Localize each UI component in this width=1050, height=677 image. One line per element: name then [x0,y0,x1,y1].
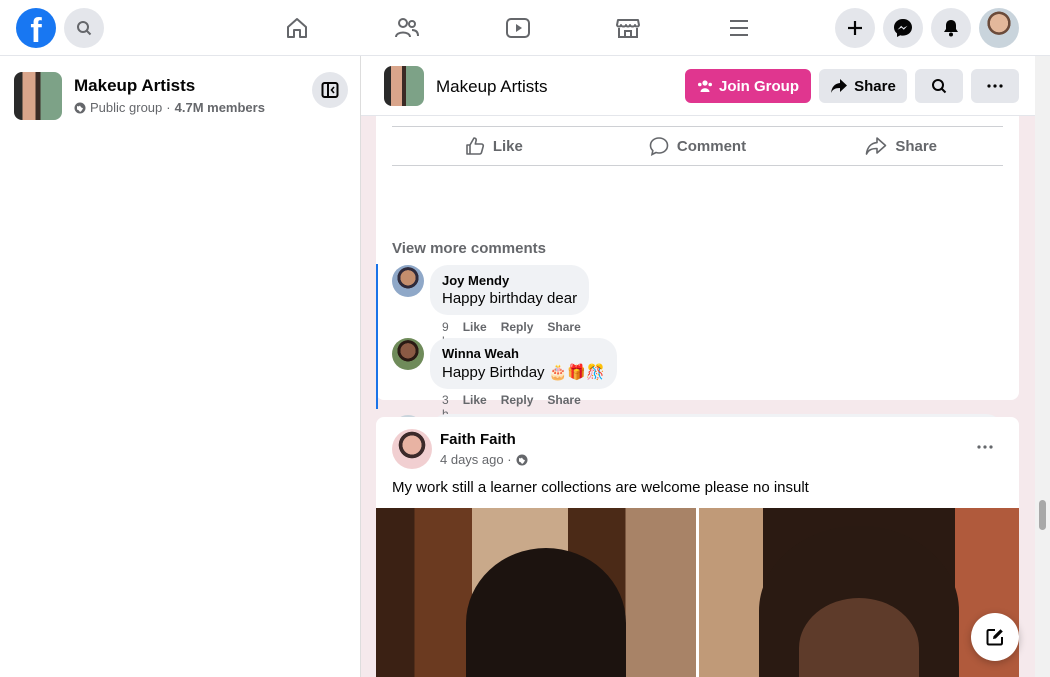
comment-bubble: Winna Weah Happy Birthday 🎂🎁🎊 [430,338,617,389]
group-privacy: Public group [90,100,163,115]
page-scrollbar[interactable] [1035,56,1050,677]
post-card: Faith Faith 4 days ago · My work still a… [376,417,1019,677]
home-nav-button[interactable] [281,12,313,44]
commenter-name[interactable]: Joy Mendy [442,273,577,288]
photo-subject [466,548,626,677]
thread-indicator [376,264,378,409]
marketplace-icon [616,19,640,38]
watch-nav-button[interactable] [502,12,534,44]
main-feed: Makeup Artists Join Group Share Like Com… [361,56,1035,677]
post-action-bar: Like Comment Share [392,126,1003,166]
post-meta: 4 days ago · [440,452,528,467]
plus-icon [848,21,862,35]
comment-bubble: Joy Mendy Happy birthday dear [430,265,590,315]
globe-icon [74,102,86,113]
profile-avatar[interactable] [979,8,1019,48]
thumbs-up-icon [466,137,484,155]
comment-button[interactable]: Comment [596,127,800,165]
commenter-avatar[interactable] [392,265,424,297]
group-thumbnail[interactable] [14,72,62,120]
more-dots-icon [977,445,993,449]
post-photo[interactable] [699,508,1019,677]
commenter-name[interactable]: Winna Weah [442,346,605,361]
messenger-icon [894,19,912,37]
watch-icon [506,18,530,38]
post-author[interactable]: Faith Faith [440,431,516,448]
search-button[interactable] [64,8,104,48]
member-count[interactable]: 4.7M members [175,100,265,115]
group-meta: Public group · 4.7M members [74,100,265,115]
comment-text: Happy Birthday 🎂🎁🎊 [442,364,605,381]
post-time[interactable]: 4 days ago · [440,452,512,467]
commenter-avatar[interactable] [392,338,424,370]
new-message-button[interactable] [971,613,1019,661]
scrollbar-thumb[interactable] [1039,500,1046,530]
home-icon [287,18,307,38]
search-icon [932,79,947,94]
collapse-sidebar-button[interactable] [312,72,348,108]
top-navigation-bar: f [0,0,1050,56]
marketplace-nav-button[interactable] [612,12,644,44]
more-dots-icon [987,84,1003,88]
meta-separator: · [166,100,171,115]
share-icon [866,137,887,155]
group-icon [698,80,712,92]
compose-icon [986,629,1003,646]
sidebar-toggle-icon [321,82,339,98]
group-header-title[interactable]: Makeup Artists [436,77,548,97]
comment-text: Happy birthday dear [442,290,578,307]
author-avatar[interactable] [392,429,432,469]
friends-nav-button[interactable] [391,12,423,44]
post-card: Like Comment Share View more comments Jo… [376,116,1019,448]
post-photo[interactable] [376,508,696,677]
sticky-group-header: Makeup Artists Join Group Share [361,56,1035,116]
like-button[interactable]: Like [392,127,596,165]
group-more-button[interactable] [971,69,1019,103]
join-group-button[interactable]: Join Group [685,69,811,103]
menu-icon [730,20,748,36]
share-group-button[interactable]: Share [819,69,907,103]
bell-icon [944,20,958,37]
menu-nav-button[interactable] [723,12,755,44]
search-icon [77,21,92,36]
group-header-thumbnail[interactable] [384,66,424,106]
share-arrow-icon [831,79,848,93]
group-title[interactable]: Makeup Artists [74,76,195,96]
create-button[interactable] [835,8,875,48]
post-text: My work still a learner collections are … [392,479,809,496]
group-sidebar: Makeup Artists Public group · 4.7M membe… [0,56,361,677]
post-options-button[interactable] [969,431,1001,463]
friends-icon [395,18,419,38]
facebook-logo[interactable]: f [16,8,56,48]
globe-icon [516,454,528,465]
comment-bubble-icon [649,137,669,156]
messenger-button[interactable] [883,8,923,48]
view-more-comments-link[interactable]: View more comments [392,240,546,257]
share-post-button[interactable]: Share [799,127,1003,165]
group-search-button[interactable] [915,69,963,103]
notifications-button[interactable] [931,8,971,48]
